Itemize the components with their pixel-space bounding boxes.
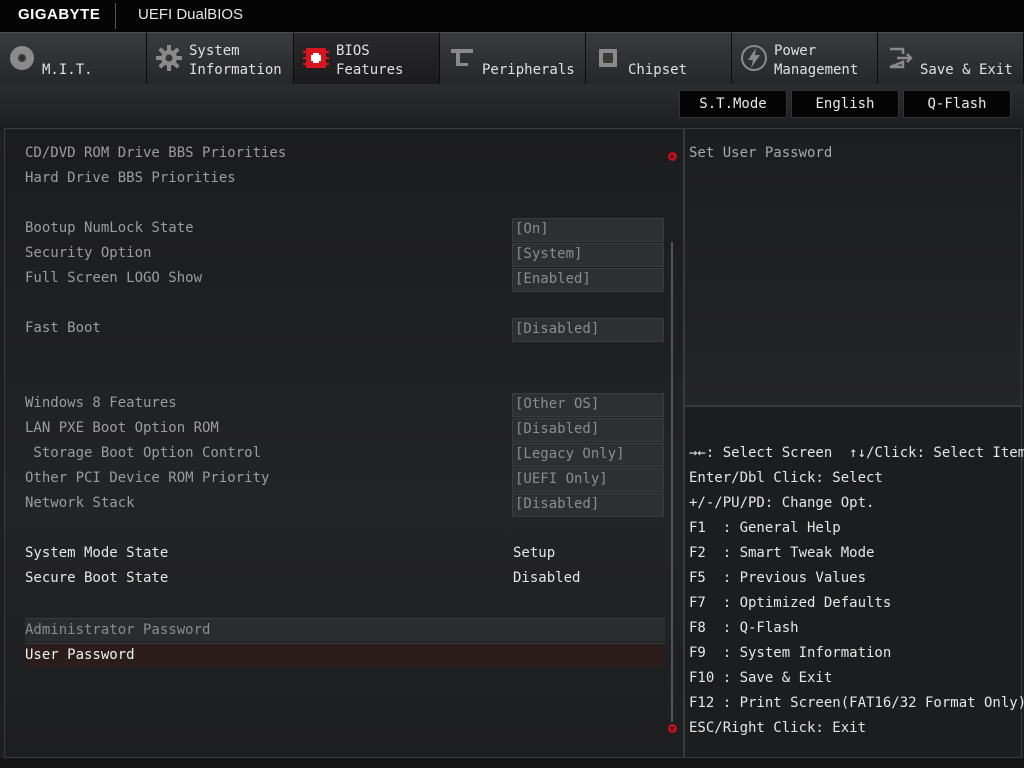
hard-drive-bbs-priorities-item[interactable]: Hard Drive BBS Priorities — [25, 170, 236, 186]
secure-boot-state-value: Disabled — [513, 570, 581, 586]
fast-boot-label: Fast Boot — [25, 320, 101, 336]
tab-label: Chipset — [628, 62, 688, 78]
help-line: F9 : System Information — [689, 645, 892, 661]
user-password-item[interactable]: User Password — [25, 643, 665, 667]
storage-boot-label: Storage Boot Option Control — [25, 445, 262, 461]
help-line: F2 : Smart Tweak Mode — [689, 545, 875, 561]
help-line: F12 : Print Screen(FAT16/32 Format Only) — [689, 695, 1024, 711]
windows8-features-label: Windows 8 Features — [25, 395, 177, 411]
tab-label: Save & Exit — [920, 62, 1013, 78]
administrator-password-item[interactable]: Administrator Password — [25, 618, 665, 642]
cd-dvd-bbs-priorities-item[interactable]: CD/DVD ROM Drive BBS Priorities — [25, 145, 286, 161]
security-option-value[interactable]: [System] — [512, 243, 664, 267]
chip-icon — [599, 49, 617, 67]
lan-pxe-value[interactable]: [Disabled] — [512, 418, 664, 442]
storage-boot-value[interactable]: [Legacy Only] — [512, 443, 664, 467]
title-bar: GIGABYTE UEFI DualBIOS — [0, 0, 1024, 32]
secure-boot-state-label: Secure Boot State — [25, 570, 169, 586]
q-flash-button[interactable]: Q-Flash — [903, 90, 1011, 118]
tab-label: BIOS Features — [336, 43, 404, 78]
network-stack-label: Network Stack — [25, 495, 135, 511]
tab-label: Power Management — [774, 43, 859, 78]
logo-show-value[interactable]: [Enabled] — [512, 268, 664, 292]
numlock-value[interactable]: [On] — [512, 218, 664, 242]
tab-chipset[interactable]: Chipset — [586, 32, 732, 84]
header-divider — [115, 3, 116, 29]
system-mode-state-value: Setup — [513, 545, 556, 561]
help-line: F10 : Save & Exit — [689, 670, 833, 686]
help-line: +/-/PU/PD: Change Opt. — [689, 495, 875, 511]
language-button[interactable]: English — [791, 90, 899, 118]
mode-bar: S.T.Mode English Q-Flash — [0, 84, 1024, 128]
tab-power-management[interactable]: Power Management — [732, 32, 878, 84]
settings-panel: CD/DVD ROM Drive BBS Priorities Hard Dri… — [4, 128, 684, 758]
help-line: F7 : Optimized Defaults — [689, 595, 892, 611]
logo-show-label: Full Screen LOGO Show — [25, 270, 203, 286]
help-line: F5 : Previous Values — [689, 570, 867, 586]
numlock-label: Bootup NumLock State — [25, 220, 194, 236]
system-mode-state-label: System Mode State — [25, 545, 169, 561]
footer-strip — [0, 758, 1024, 768]
tab-mit[interactable]: M.I.T. — [0, 32, 147, 84]
brand-logo: GIGABYTE — [18, 6, 101, 23]
lan-pxe-label: LAN PXE Boot Option ROM — [25, 420, 219, 436]
disc-icon — [10, 46, 34, 70]
other-pci-value[interactable]: [UEFI Only] — [512, 468, 664, 492]
other-pci-label: Other PCI Device ROM Priority — [25, 470, 270, 486]
scroll-down-arrow-icon[interactable] — [668, 724, 677, 733]
item-description-panel: Set User Password — [684, 128, 1022, 406]
product-title: UEFI DualBIOS — [138, 6, 244, 23]
tab-peripherals[interactable]: Peripherals — [440, 32, 586, 84]
fast-boot-value[interactable]: [Disabled] — [512, 318, 664, 342]
tab-save-exit[interactable]: Save & Exit — [878, 32, 1024, 84]
tab-system-information[interactable]: System Information — [147, 32, 294, 84]
bios-chip-icon — [303, 48, 329, 68]
gear-icon — [156, 45, 182, 71]
scroll-up-arrow-icon[interactable] — [668, 152, 677, 161]
item-description: Set User Password — [689, 145, 833, 161]
tab-bios-features[interactable]: BIOS Features — [294, 32, 440, 84]
security-option-label: Security Option — [25, 245, 152, 261]
network-stack-value[interactable]: [Disabled] — [512, 493, 664, 517]
st-mode-button[interactable]: S.T.Mode — [679, 90, 787, 118]
help-line: ESC/Right Click: Exit — [689, 720, 867, 736]
tab-label: System Information — [189, 43, 282, 78]
scrollbar[interactable] — [671, 242, 673, 722]
connector-icon — [451, 49, 473, 66]
tab-label: Peripherals — [482, 62, 575, 78]
windows8-features-value[interactable]: [Other OS] — [512, 393, 664, 417]
help-line: Enter/Dbl Click: Select — [689, 470, 883, 486]
help-line: →←: Select Screen ↑↓/Click: Select Item — [689, 445, 1024, 461]
key-help-panel: →←: Select Screen ↑↓/Click: Select Item … — [684, 406, 1024, 758]
main-tab-bar: M.I.T. System Information BIOS Features … — [0, 32, 1024, 84]
help-line: F1 : General Help — [689, 520, 841, 536]
exit-icon — [889, 47, 913, 69]
tab-label: M.I.T. — [42, 62, 93, 78]
help-line: F8 : Q-Flash — [689, 620, 799, 636]
power-plug-icon — [741, 45, 767, 71]
